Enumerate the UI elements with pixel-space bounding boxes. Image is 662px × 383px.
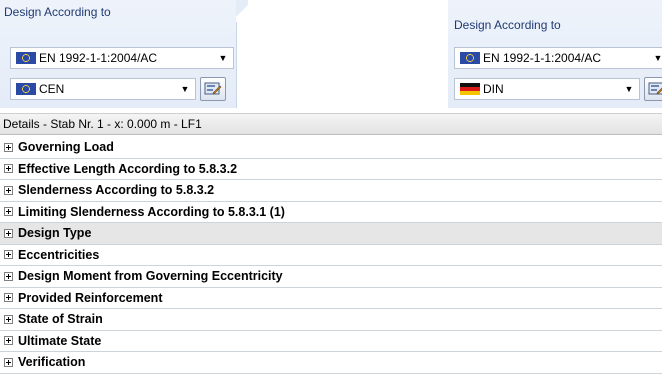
tree-row[interactable]: Limiting Slenderness According to 5.8.3.… [0, 201, 662, 223]
edit-national-annex-icon [204, 82, 222, 95]
expand-plus-icon[interactable] [4, 142, 13, 152]
tree-row-label: Design Moment from Governing Eccentricit… [18, 269, 283, 284]
eu-flag-icon [16, 83, 36, 95]
tree-row[interactable]: Verification [0, 352, 662, 374]
tree-row[interactable]: State of Strain [0, 309, 662, 331]
national-annex-select[interactable]: CEN ▼ [10, 78, 196, 100]
edit-national-annex-button[interactable] [644, 77, 662, 101]
expand-plus-icon[interactable] [4, 336, 13, 346]
national-annex-select[interactable]: DIN ▼ [454, 78, 640, 100]
expand-plus-icon[interactable] [4, 228, 13, 238]
national-annex-select-value: DIN [483, 82, 504, 96]
standard-select[interactable]: EN 1992-1-1:2004/AC ▼ [10, 47, 234, 69]
design-according-panel-left: Design According to EN 1992-1-1:2004/AC … [0, 0, 248, 108]
expand-plus-icon[interactable] [4, 271, 13, 281]
expand-plus-icon[interactable] [4, 250, 13, 260]
tree-row[interactable]: Design Moment from Governing Eccentricit… [0, 266, 662, 288]
edit-national-annex-button[interactable] [200, 77, 226, 101]
tree-row-label: Limiting Slenderness According to 5.8.3.… [18, 204, 285, 219]
standard-select[interactable]: EN 1992-1-1:2004/AC ▼ [454, 47, 662, 69]
tree-row-label: Effective Length According to 5.8.3.2 [18, 161, 238, 176]
details-header: Details - Stab Nr. 1 - x: 0.000 m - LF1 [0, 113, 662, 135]
tree-row[interactable]: Ultimate State [0, 330, 662, 352]
germany-flag-icon [460, 83, 480, 95]
chevron-down-icon[interactable]: ▼ [651, 53, 662, 63]
expand-plus-icon[interactable] [4, 185, 13, 195]
tree-row-label: Provided Reinforcement [18, 290, 163, 305]
chevron-down-icon[interactable]: ▼ [622, 84, 636, 94]
expand-plus-icon[interactable] [4, 207, 13, 217]
tree-row[interactable]: Provided Reinforcement [0, 287, 662, 309]
tree-row-label: Slenderness According to 5.8.3.2 [18, 183, 215, 198]
tree-row[interactable]: Eccentricities [0, 244, 662, 266]
panel-title: Design According to [454, 18, 561, 32]
tree-row-label: Verification [18, 355, 86, 370]
tree-row-label: Design Type [18, 226, 92, 241]
tree-row-label: Ultimate State [18, 333, 102, 348]
edit-national-annex-icon [648, 82, 662, 95]
standard-select-value: EN 1992-1-1:2004/AC [39, 51, 158, 65]
tree-row[interactable]: Design Type [0, 223, 662, 245]
design-according-panel-right: Design According to EN 1992-1-1:2004/AC … [448, 0, 662, 108]
tree-row-label: State of Strain [18, 312, 103, 327]
chevron-down-icon[interactable]: ▼ [216, 53, 230, 63]
national-annex-select-value: CEN [39, 82, 65, 96]
tree-row-label: Eccentricities [18, 247, 100, 262]
panel-tab-edge [236, 0, 248, 22]
eu-flag-icon [16, 52, 36, 64]
details-tree: Governing Load Effective Length According… [0, 137, 662, 374]
expand-plus-icon[interactable] [4, 293, 13, 303]
expand-plus-icon[interactable] [4, 164, 13, 174]
eu-flag-icon [460, 52, 480, 64]
panel-title: Design According to [4, 5, 111, 19]
tree-row[interactable]: Governing Load [0, 137, 662, 159]
tree-row-label: Governing Load [18, 140, 114, 155]
expand-plus-icon[interactable] [4, 357, 13, 367]
standard-select-value: EN 1992-1-1:2004/AC [483, 51, 602, 65]
tree-row[interactable]: Slenderness According to 5.8.3.2 [0, 180, 662, 202]
expand-plus-icon[interactable] [4, 314, 13, 324]
chevron-down-icon[interactable]: ▼ [178, 84, 192, 94]
tree-row[interactable]: Effective Length According to 5.8.3.2 [0, 158, 662, 180]
